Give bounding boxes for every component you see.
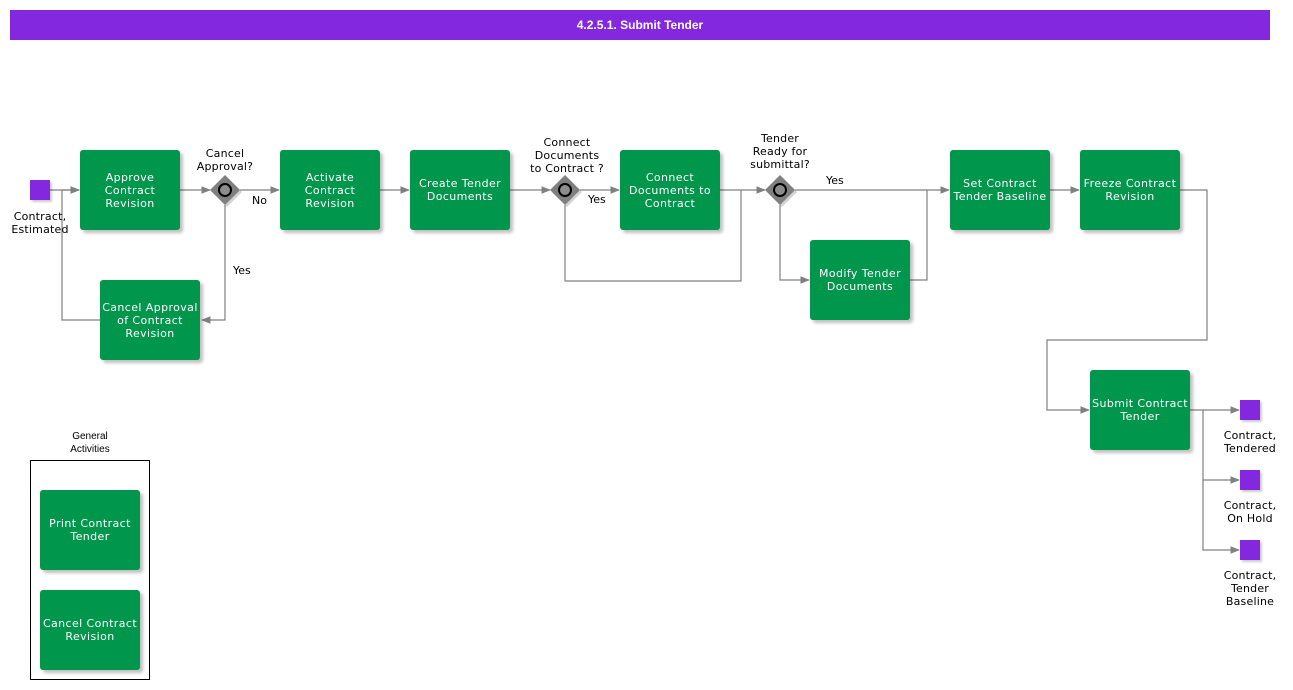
gateway-cancel-approval-label: Cancel Approval? [196,147,254,173]
gateway-connect-docs-label: Connect Documents to Contract ? [530,136,604,175]
task-cancel-approval[interactable]: Cancel Approval of Contract Revision [100,280,200,360]
edge-label-yes-connect: Yes [588,193,606,206]
gateway-tender-ready-label: Tender Ready for submittal? [750,132,810,171]
task-cancel-contract-revision[interactable]: Cancel Contract Revision [40,590,140,670]
state-tender-baseline[interactable] [1240,540,1260,560]
state-on-hold-label: Contract, On Hold [1223,499,1277,525]
general-activities-label: General Activities [70,431,110,455]
task-connect-documents[interactable]: Connect Documents to Contract [620,150,720,230]
gateway-tender-ready [765,175,797,207]
task-create-tender-documents[interactable]: Create Tender Documents [410,150,510,230]
edge-modify-baseline [910,190,928,281]
task-print-contract-tender[interactable]: Print Contract Tender [40,490,140,570]
state-start-label: Contract, Estimated [11,210,69,236]
state-tendered[interactable] [1240,400,1260,420]
state-tendered-label: Contract, Tendered [1223,429,1277,455]
edge-label-no: No [252,194,267,207]
edge-gateway-cancel [201,205,226,324]
task-approve-contract-revision[interactable]: Approve Contract Revision [80,150,180,230]
task-set-tender-baseline[interactable]: Set Contract Tender Baseline [950,150,1050,230]
task-freeze-contract-revision[interactable]: Freeze Contract Revision [1080,150,1180,230]
task-activate-contract-revision[interactable]: Activate Contract Revision [280,150,380,230]
edge-label-yes-cancel: Yes [233,264,251,277]
gateway-cancel-approval [210,175,242,207]
edge-gateway3-modify [779,205,810,284]
task-submit-contract-tender[interactable]: Submit Contract Tender [1090,370,1190,450]
task-modify-tender-documents[interactable]: Modify Tender Documents [810,240,910,320]
state-tender-baseline-label: Contract, Tender Baseline [1223,569,1277,608]
state-on-hold[interactable] [1240,470,1260,490]
edge-label-yes-ready: Yes [826,174,844,187]
state-start[interactable] [30,180,50,200]
gateway-connect-docs [550,175,582,207]
